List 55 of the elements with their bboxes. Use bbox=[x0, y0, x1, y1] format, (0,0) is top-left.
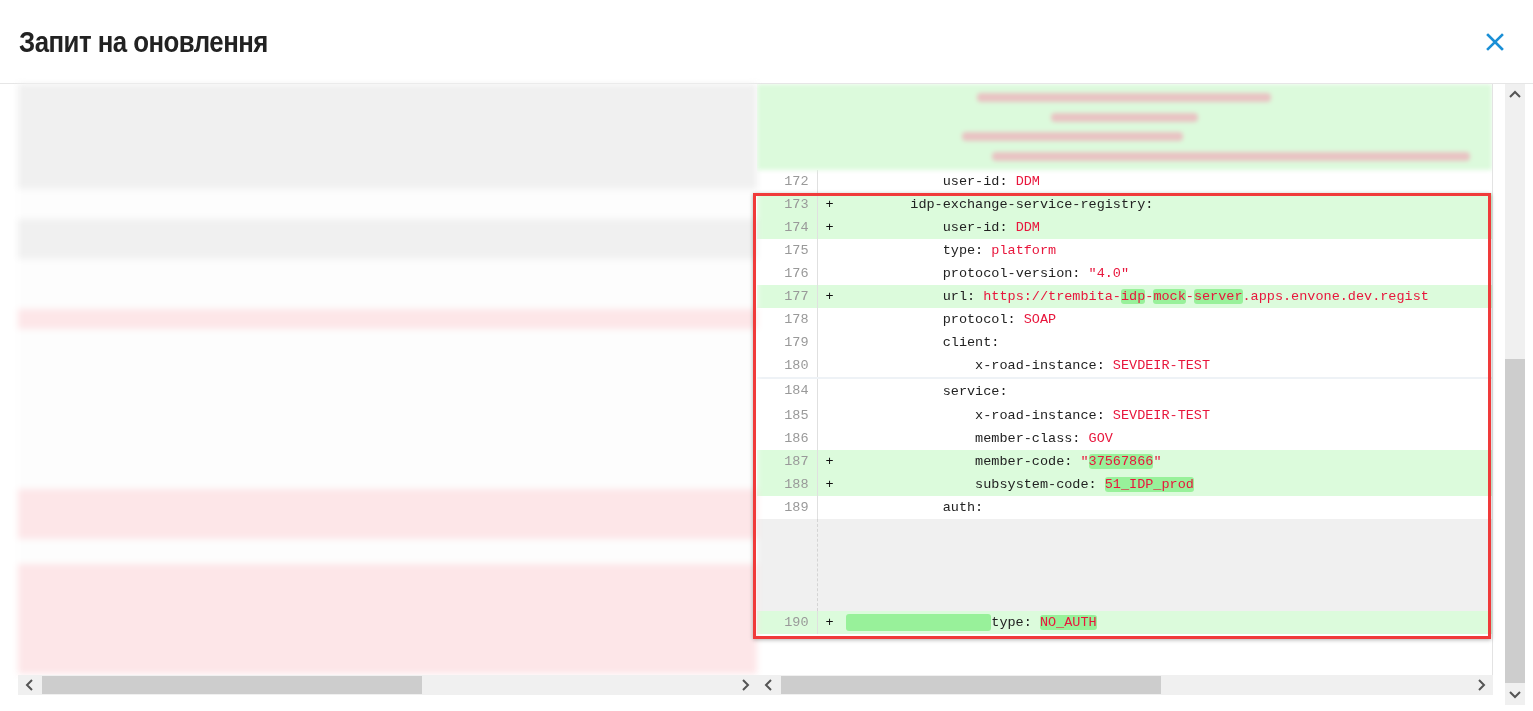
plus-marker: + bbox=[824, 477, 835, 492]
code-value: DDM bbox=[1015, 174, 1040, 189]
chevron-left-icon[interactable] bbox=[764, 679, 774, 691]
code-value: SOAP bbox=[1023, 312, 1057, 327]
code-key: member-class: bbox=[845, 431, 1089, 446]
code-value: DDM bbox=[1015, 220, 1040, 235]
code-value: SEVDEIR-TEST bbox=[1112, 358, 1211, 373]
code-value: "4.0" bbox=[1088, 266, 1130, 281]
code-key: idp-exchange-service-registry: bbox=[845, 197, 1154, 212]
code-value: - bbox=[1185, 289, 1194, 304]
code-value: GOV bbox=[1088, 431, 1113, 446]
code-key: client: bbox=[845, 335, 1000, 350]
chevron-right-icon[interactable] bbox=[740, 679, 750, 691]
plus-marker: + bbox=[824, 615, 835, 630]
code-value: idp bbox=[1120, 289, 1146, 304]
code-key: subsystem-code: bbox=[845, 477, 1105, 492]
code-value: NO_AUTH bbox=[1039, 615, 1097, 631]
code-value: platform bbox=[991, 243, 1057, 258]
chevron-up-icon[interactable] bbox=[1509, 90, 1521, 100]
line-number: 190 bbox=[756, 611, 818, 634]
plus-marker: + bbox=[824, 454, 835, 469]
code-key: service: bbox=[845, 384, 1008, 399]
horizontal-scrollbar[interactable] bbox=[757, 675, 1493, 695]
dialog-title: Запит на оновлення bbox=[19, 24, 268, 59]
code-value: .apps.envone.dev.regist bbox=[1242, 289, 1429, 304]
code-key: auth: bbox=[845, 500, 984, 515]
code-value: https://trembita- bbox=[983, 289, 1121, 304]
vertical-scrollbar[interactable] bbox=[1505, 84, 1525, 705]
code-key: member-code: bbox=[845, 454, 1081, 469]
line-number: 172 bbox=[756, 170, 818, 193]
chevron-left-icon[interactable] bbox=[25, 679, 35, 691]
code-value: SEVDEIR-TEST bbox=[1112, 408, 1211, 423]
code-key: type: bbox=[991, 615, 1040, 631]
code-value: server bbox=[1193, 289, 1243, 304]
code-key: x-road-instance: bbox=[845, 408, 1113, 423]
code-key: protocol: bbox=[845, 312, 1024, 327]
code-value: " bbox=[1153, 454, 1162, 469]
plus-marker: + bbox=[824, 220, 835, 235]
plus-marker: + bbox=[824, 197, 835, 212]
code-key: url: bbox=[845, 289, 984, 304]
code-key: user-id: bbox=[845, 220, 1016, 235]
code-value: " bbox=[1080, 454, 1089, 469]
code-key: protocol-version: bbox=[845, 266, 1089, 281]
horizontal-scrollbar[interactable] bbox=[18, 675, 757, 695]
code-value: 37567866 bbox=[1088, 454, 1154, 469]
code-value: - bbox=[1145, 289, 1154, 304]
code-value: mock bbox=[1153, 289, 1186, 304]
chevron-right-icon[interactable] bbox=[1476, 679, 1486, 691]
chevron-down-icon[interactable] bbox=[1509, 689, 1521, 699]
close-icon bbox=[1485, 31, 1505, 52]
plus-marker: + bbox=[824, 289, 835, 304]
code-key: x-road-instance: bbox=[845, 358, 1113, 373]
code-key: user-id: bbox=[845, 174, 1016, 189]
code-key: type: bbox=[845, 243, 992, 258]
code-value: 51_IDP_prod bbox=[1104, 477, 1194, 492]
